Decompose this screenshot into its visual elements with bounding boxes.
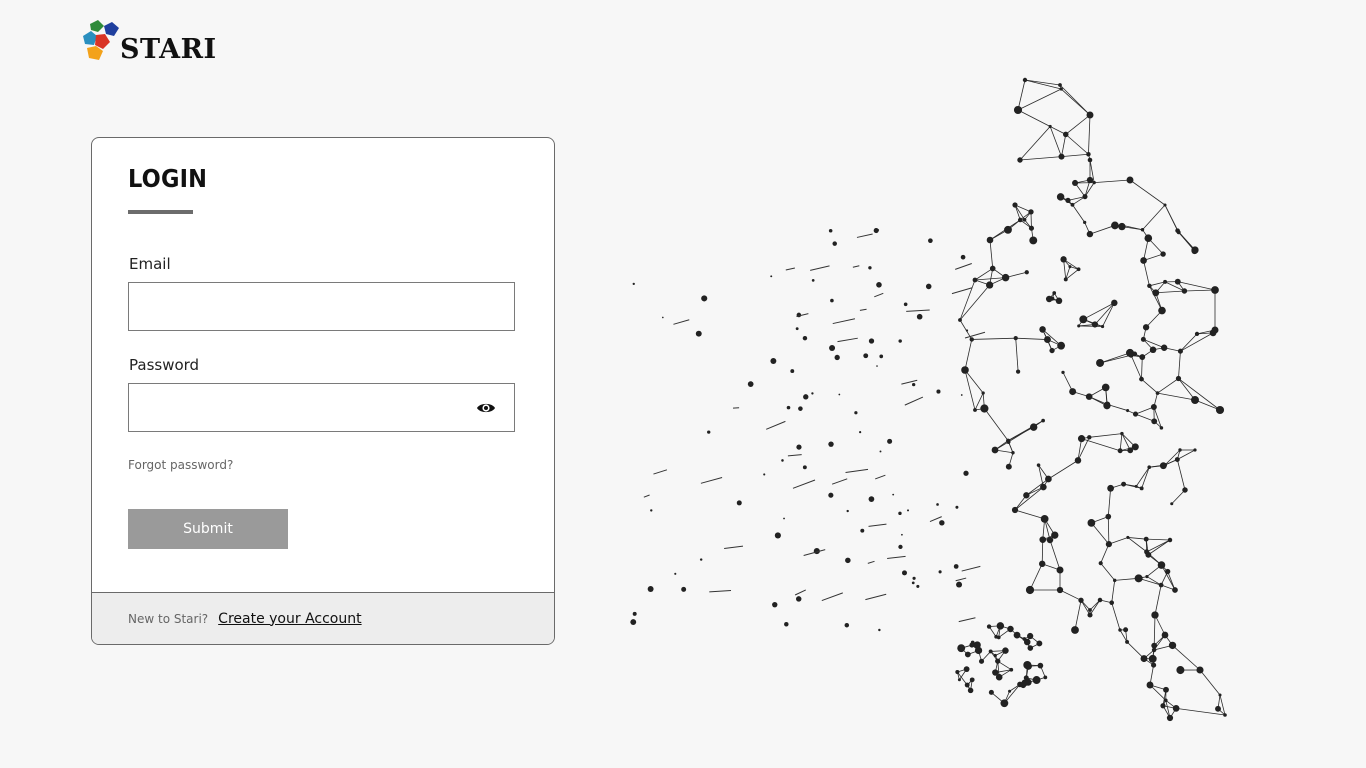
- login-card: LOGIN Email Password Forgot password? Su…: [91, 137, 555, 645]
- new-user-prompt: New to Stari?: [128, 611, 209, 626]
- eye-icon[interactable]: [476, 400, 496, 416]
- create-account-link[interactable]: Create your Account: [218, 611, 361, 627]
- submit-button[interactable]: Submit: [128, 509, 288, 549]
- password-input[interactable]: [129, 384, 483, 431]
- forgot-password-link[interactable]: Forgot password?: [128, 458, 233, 472]
- brand-logo[interactable]: STARI: [82, 16, 217, 64]
- login-title: LOGIN: [128, 164, 208, 193]
- title-underline: [128, 210, 193, 214]
- soccer-player-illustration: [630, 77, 1227, 722]
- email-label: Email: [129, 255, 171, 273]
- password-field-box: [128, 383, 515, 432]
- email-input[interactable]: [129, 283, 483, 330]
- stari-logo-icon: [83, 20, 119, 60]
- brand-name: STARI: [120, 34, 217, 65]
- password-label: Password: [129, 356, 200, 374]
- email-field-box: [128, 282, 515, 331]
- card-footer: New to Stari? Create your Account: [92, 592, 554, 644]
